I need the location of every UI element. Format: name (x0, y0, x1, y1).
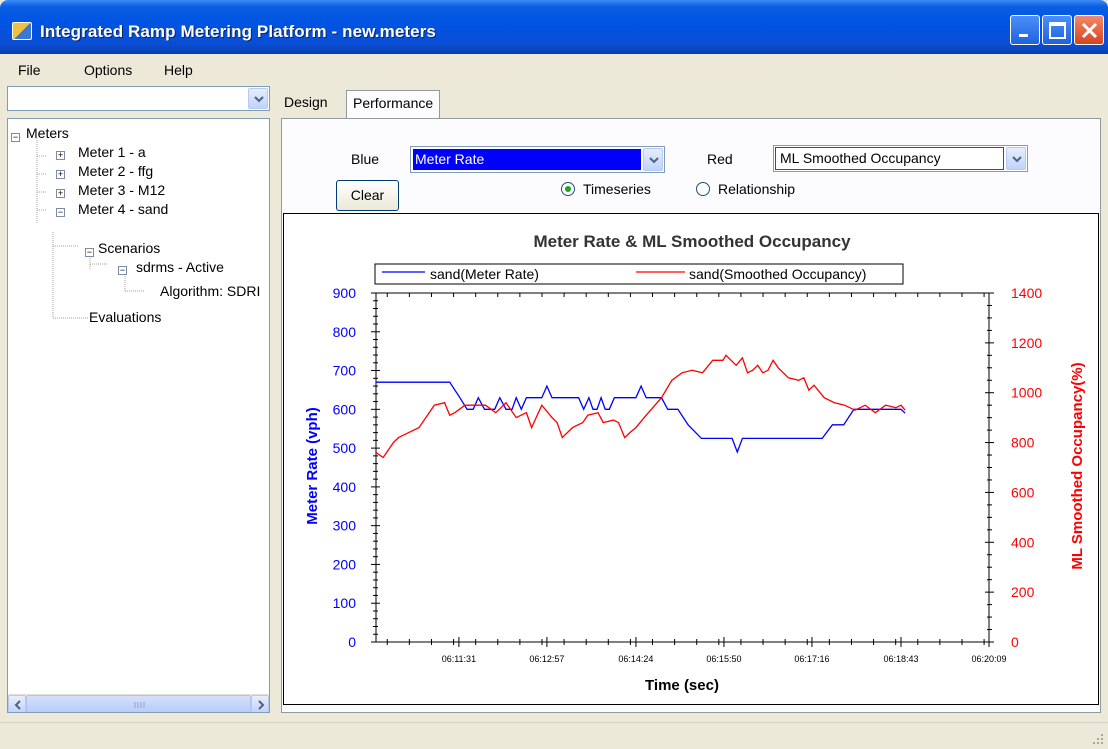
timeseries-label[interactable]: Timeseries (583, 181, 651, 197)
maximize-button[interactable] (1042, 15, 1072, 45)
x-tick-label: 06:15:50 (706, 654, 741, 664)
y-axis-label: Meter Rate (vph) (304, 407, 321, 525)
y2-tick-label: 400 (1011, 534, 1035, 550)
x-tick-label: 06:17:16 (794, 654, 829, 664)
x-tick-label: 06:11:31 (442, 654, 476, 664)
y-tick-label: 900 (333, 285, 357, 301)
x-tick-label: 06:12:57 (529, 654, 564, 664)
occupancy-line (375, 354, 906, 459)
y-tick-label: 0 (348, 634, 356, 650)
minimize-icon (1019, 34, 1028, 37)
clear-button[interactable]: Clear (336, 180, 399, 211)
y-tick-label: 500 (333, 440, 357, 456)
y2-tick-label: 1000 (1011, 385, 1042, 401)
chevron-right-icon (258, 700, 265, 710)
expand-icon[interactable]: + (56, 170, 65, 179)
blue-label: Blue (351, 151, 380, 167)
y-tick-label: 100 (333, 595, 357, 611)
expand-icon[interactable]: + (56, 151, 65, 160)
chevron-down-icon (1012, 156, 1022, 163)
legend-label-meter-rate: sand(Meter Rate) (430, 266, 539, 282)
collapse-icon[interactable]: − (85, 248, 94, 257)
chart-area: Meter Rate & ML Smoothed Occupancy 0 100 20… (283, 213, 1099, 705)
window-title: Integrated Ramp Metering Platform - new.… (40, 22, 436, 41)
relationship-radio[interactable] (696, 182, 710, 196)
resize-grip-icon[interactable] (1089, 730, 1105, 746)
app-icon (12, 22, 32, 40)
tree-item-meter-2[interactable]: Meter 2 - ffg (78, 163, 153, 179)
scroll-right-button[interactable] (251, 695, 269, 712)
y-tick-label: 800 (333, 324, 357, 340)
tree-item-sdrms-active[interactable]: sdrms - Active (136, 259, 224, 275)
legend-label-occupancy: sand(Smoothed Occupancy) (689, 266, 866, 282)
tree-item-meters[interactable]: Meters (26, 125, 69, 141)
tree-item-meter-3[interactable]: Meter 3 - M12 (78, 182, 165, 198)
y2-tick-label: 800 (1011, 435, 1035, 451)
timeseries-chart: Meter Rate & ML Smoothed Occupancy 0 100 20… (304, 232, 1086, 694)
close-icon (1081, 22, 1098, 39)
collapse-icon[interactable]: − (11, 133, 20, 142)
chevron-down-icon (254, 96, 264, 103)
y-tick-label: 300 (333, 518, 357, 534)
meter-tree: − Meters + Meter 1 - a + Meter 2 - ffg +… (7, 118, 270, 713)
red-series-dropdown-button[interactable] (1006, 147, 1026, 170)
y2-tick-label: 1200 (1011, 335, 1042, 351)
y2-tick-label: 0 (1011, 634, 1019, 650)
chart-title: Meter Rate & ML Smoothed Occupancy (533, 232, 851, 251)
menu-file[interactable]: File (18, 62, 41, 78)
chevron-left-icon (14, 700, 21, 710)
close-button[interactable] (1074, 15, 1104, 45)
tab-performance[interactable]: Performance (346, 90, 441, 118)
y2-axis-label: ML Smoothed Occupancy(%) (1069, 362, 1086, 569)
menu-bar: File Options Help (4, 54, 1104, 86)
grip-icon (134, 702, 145, 708)
tree-horizontal-scrollbar[interactable] (8, 694, 269, 712)
scroll-left-button[interactable] (8, 695, 26, 712)
y-tick-label: 600 (333, 401, 357, 417)
menu-options[interactable]: Options (84, 62, 132, 78)
blue-series-value: Meter Rate (415, 151, 485, 167)
x-tick-label: 06:18:43 (883, 654, 918, 664)
y-tick-label: 200 (333, 556, 357, 572)
tree-item-meter-1[interactable]: Meter 1 - a (78, 144, 146, 160)
meter-rate-line (376, 381, 906, 454)
title-bar: Integrated Ramp Metering Platform - new.… (0, 0, 1108, 54)
collapse-icon[interactable]: − (56, 208, 65, 217)
relationship-label[interactable]: Relationship (718, 181, 795, 197)
red-label: Red (707, 151, 733, 167)
timeseries-radio[interactable] (561, 182, 575, 196)
red-series-value: ML Smoothed Occupancy (780, 150, 941, 166)
y-tick-label: 700 (333, 363, 357, 379)
collapse-icon[interactable]: − (118, 266, 127, 275)
maximize-icon (1049, 22, 1066, 39)
tree-item-algorithm[interactable]: Algorithm: SDRI (160, 283, 260, 299)
meter-select[interactable] (7, 86, 270, 111)
status-bar (0, 722, 1108, 749)
chevron-down-icon (649, 157, 659, 164)
red-series-select[interactable]: ML Smoothed Occupancy (773, 145, 1028, 172)
x-tick-label: 06:14:24 (618, 654, 653, 664)
expand-icon[interactable]: + (56, 189, 65, 198)
tree-item-meter-4[interactable]: Meter 4 - sand (78, 201, 168, 217)
menu-help[interactable]: Help (164, 62, 193, 78)
x-axis-label: Time (sec) (645, 677, 719, 694)
tree-item-scenarios[interactable]: Scenarios (98, 240, 160, 256)
y2-tick-label: 200 (1011, 584, 1035, 600)
y-tick-label: 400 (333, 479, 357, 495)
blue-series-select[interactable]: Meter Rate (410, 146, 665, 173)
plot-frame (375, 292, 990, 643)
y2-tick-label: 1400 (1011, 285, 1042, 301)
blue-series-dropdown-button[interactable] (643, 148, 663, 171)
minimize-button[interactable] (1010, 15, 1040, 45)
tree-item-evaluations[interactable]: Evaluations (89, 309, 161, 325)
tab-design[interactable]: Design (278, 90, 334, 118)
y2-tick-label: 600 (1011, 484, 1035, 500)
scrollbar-thumb[interactable] (26, 695, 251, 712)
meter-select-dropdown-button[interactable] (248, 88, 268, 109)
x-tick-label: 06:20:09 (971, 654, 1006, 664)
